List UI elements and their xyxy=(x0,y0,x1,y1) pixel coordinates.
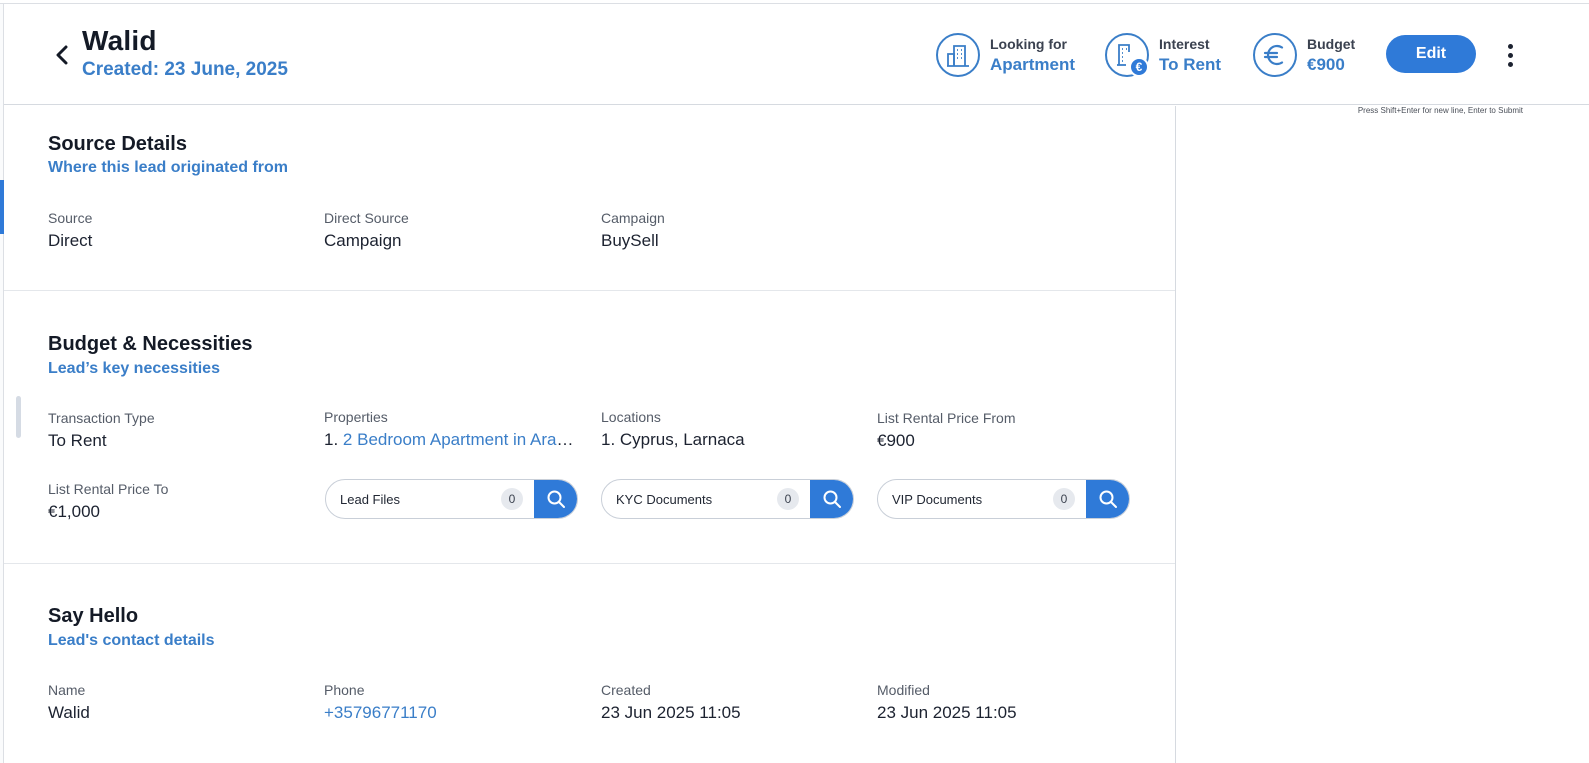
interest-label: Interest xyxy=(1159,35,1210,52)
doc-count-badge: 0 xyxy=(501,488,523,510)
field-modified: Modified 23 Jun 2025 11:05 xyxy=(877,682,1017,722)
doc-count-badge: 0 xyxy=(777,488,799,510)
search-icon[interactable] xyxy=(1086,480,1129,518)
vip-documents-box[interactable]: VIP Documents 0 xyxy=(877,479,1130,519)
interest-value: To Rent xyxy=(1159,54,1222,74)
section-title: Budget & Necessities xyxy=(48,333,253,355)
lead-details: Source Details Where this lead originate… xyxy=(4,106,1175,763)
budget-label: Budget xyxy=(1307,35,1356,52)
field-price-from: List Rental Price From €900 xyxy=(877,410,1016,450)
doc-label: Lead Files xyxy=(340,491,400,507)
field-properties: Properties 1. 2 Bedroom Apartment in Ara… xyxy=(324,409,584,450)
lead-name: Walid xyxy=(82,25,157,56)
lead-header: Walid Created: 23 June, 2025 Looking for… xyxy=(4,5,1589,105)
window-top-edge xyxy=(0,0,1589,4)
budget-section: Budget & Necessities Lead’s key necessit… xyxy=(4,292,1175,564)
section-subtitle: Where this lead originated from xyxy=(48,159,289,176)
search-icon[interactable] xyxy=(810,480,853,518)
interest-stat: € Interest To Rent xyxy=(1105,31,1221,79)
lead-created-date: Created: 23 June, 2025 xyxy=(82,59,288,80)
doc-count-badge: 0 xyxy=(1053,488,1075,510)
field-source: Source Direct xyxy=(48,210,93,250)
kyc-documents-box[interactable]: KYC Documents 0 xyxy=(601,479,854,519)
edit-button[interactable]: Edit xyxy=(1386,35,1476,73)
search-icon[interactable] xyxy=(534,480,577,518)
field-locations: Locations 1. Cyprus, Larnaca xyxy=(601,409,745,449)
section-title: Source Details xyxy=(48,133,187,155)
chevron-left-icon xyxy=(56,45,68,65)
budget-stat: Budget €900 xyxy=(1253,31,1355,79)
section-title: Say Hello xyxy=(48,605,139,627)
phone-link[interactable]: +35796771170 xyxy=(324,703,584,723)
field-created: Created 23 Jun 2025 11:05 xyxy=(601,682,741,722)
say-hello-section: Say Hello Lead's contact details Name Wa… xyxy=(4,565,1175,763)
field-campaign: Campaign BuySell xyxy=(601,210,665,250)
field-name: Name Walid xyxy=(48,682,90,722)
doc-label: VIP Documents xyxy=(892,491,983,507)
back-button[interactable] xyxy=(50,41,74,69)
euro-icon xyxy=(1253,33,1297,77)
lead-files-box[interactable]: Lead Files 0 xyxy=(325,479,578,519)
field-phone: Phone +35796771170 xyxy=(324,682,584,723)
property-link[interactable]: 2 Bedroom Apartment in Aradippou xyxy=(343,430,576,449)
building-icon xyxy=(936,33,980,77)
property-index: 1. xyxy=(324,430,339,449)
section-subtitle: Lead’s key necessities xyxy=(48,360,220,377)
field-price-to: List Rental Price To €1,000 xyxy=(48,481,169,521)
section-subtitle: Lead's contact details xyxy=(48,632,215,649)
field-direct-source: Direct Source Campaign xyxy=(324,210,409,250)
doc-label: KYC Documents xyxy=(616,491,713,507)
input-hint: Press Shift+Enter for new line, Enter to… xyxy=(1357,106,1523,115)
looking-for-value: Apartment xyxy=(990,54,1076,74)
more-options-icon[interactable] xyxy=(1498,39,1522,71)
looking-for-label: Looking for xyxy=(990,35,1067,52)
right-panel: Press Shift+Enter for new line, Enter to… xyxy=(1175,106,1589,763)
looking-for-stat: Looking for Apartment xyxy=(936,31,1075,79)
building-euro-icon: € xyxy=(1105,33,1149,77)
source-details-section: Source Details Where this lead originate… xyxy=(4,106,1175,291)
field-transaction-type: Transaction Type To Rent xyxy=(48,410,155,450)
budget-value: €900 xyxy=(1307,54,1345,74)
